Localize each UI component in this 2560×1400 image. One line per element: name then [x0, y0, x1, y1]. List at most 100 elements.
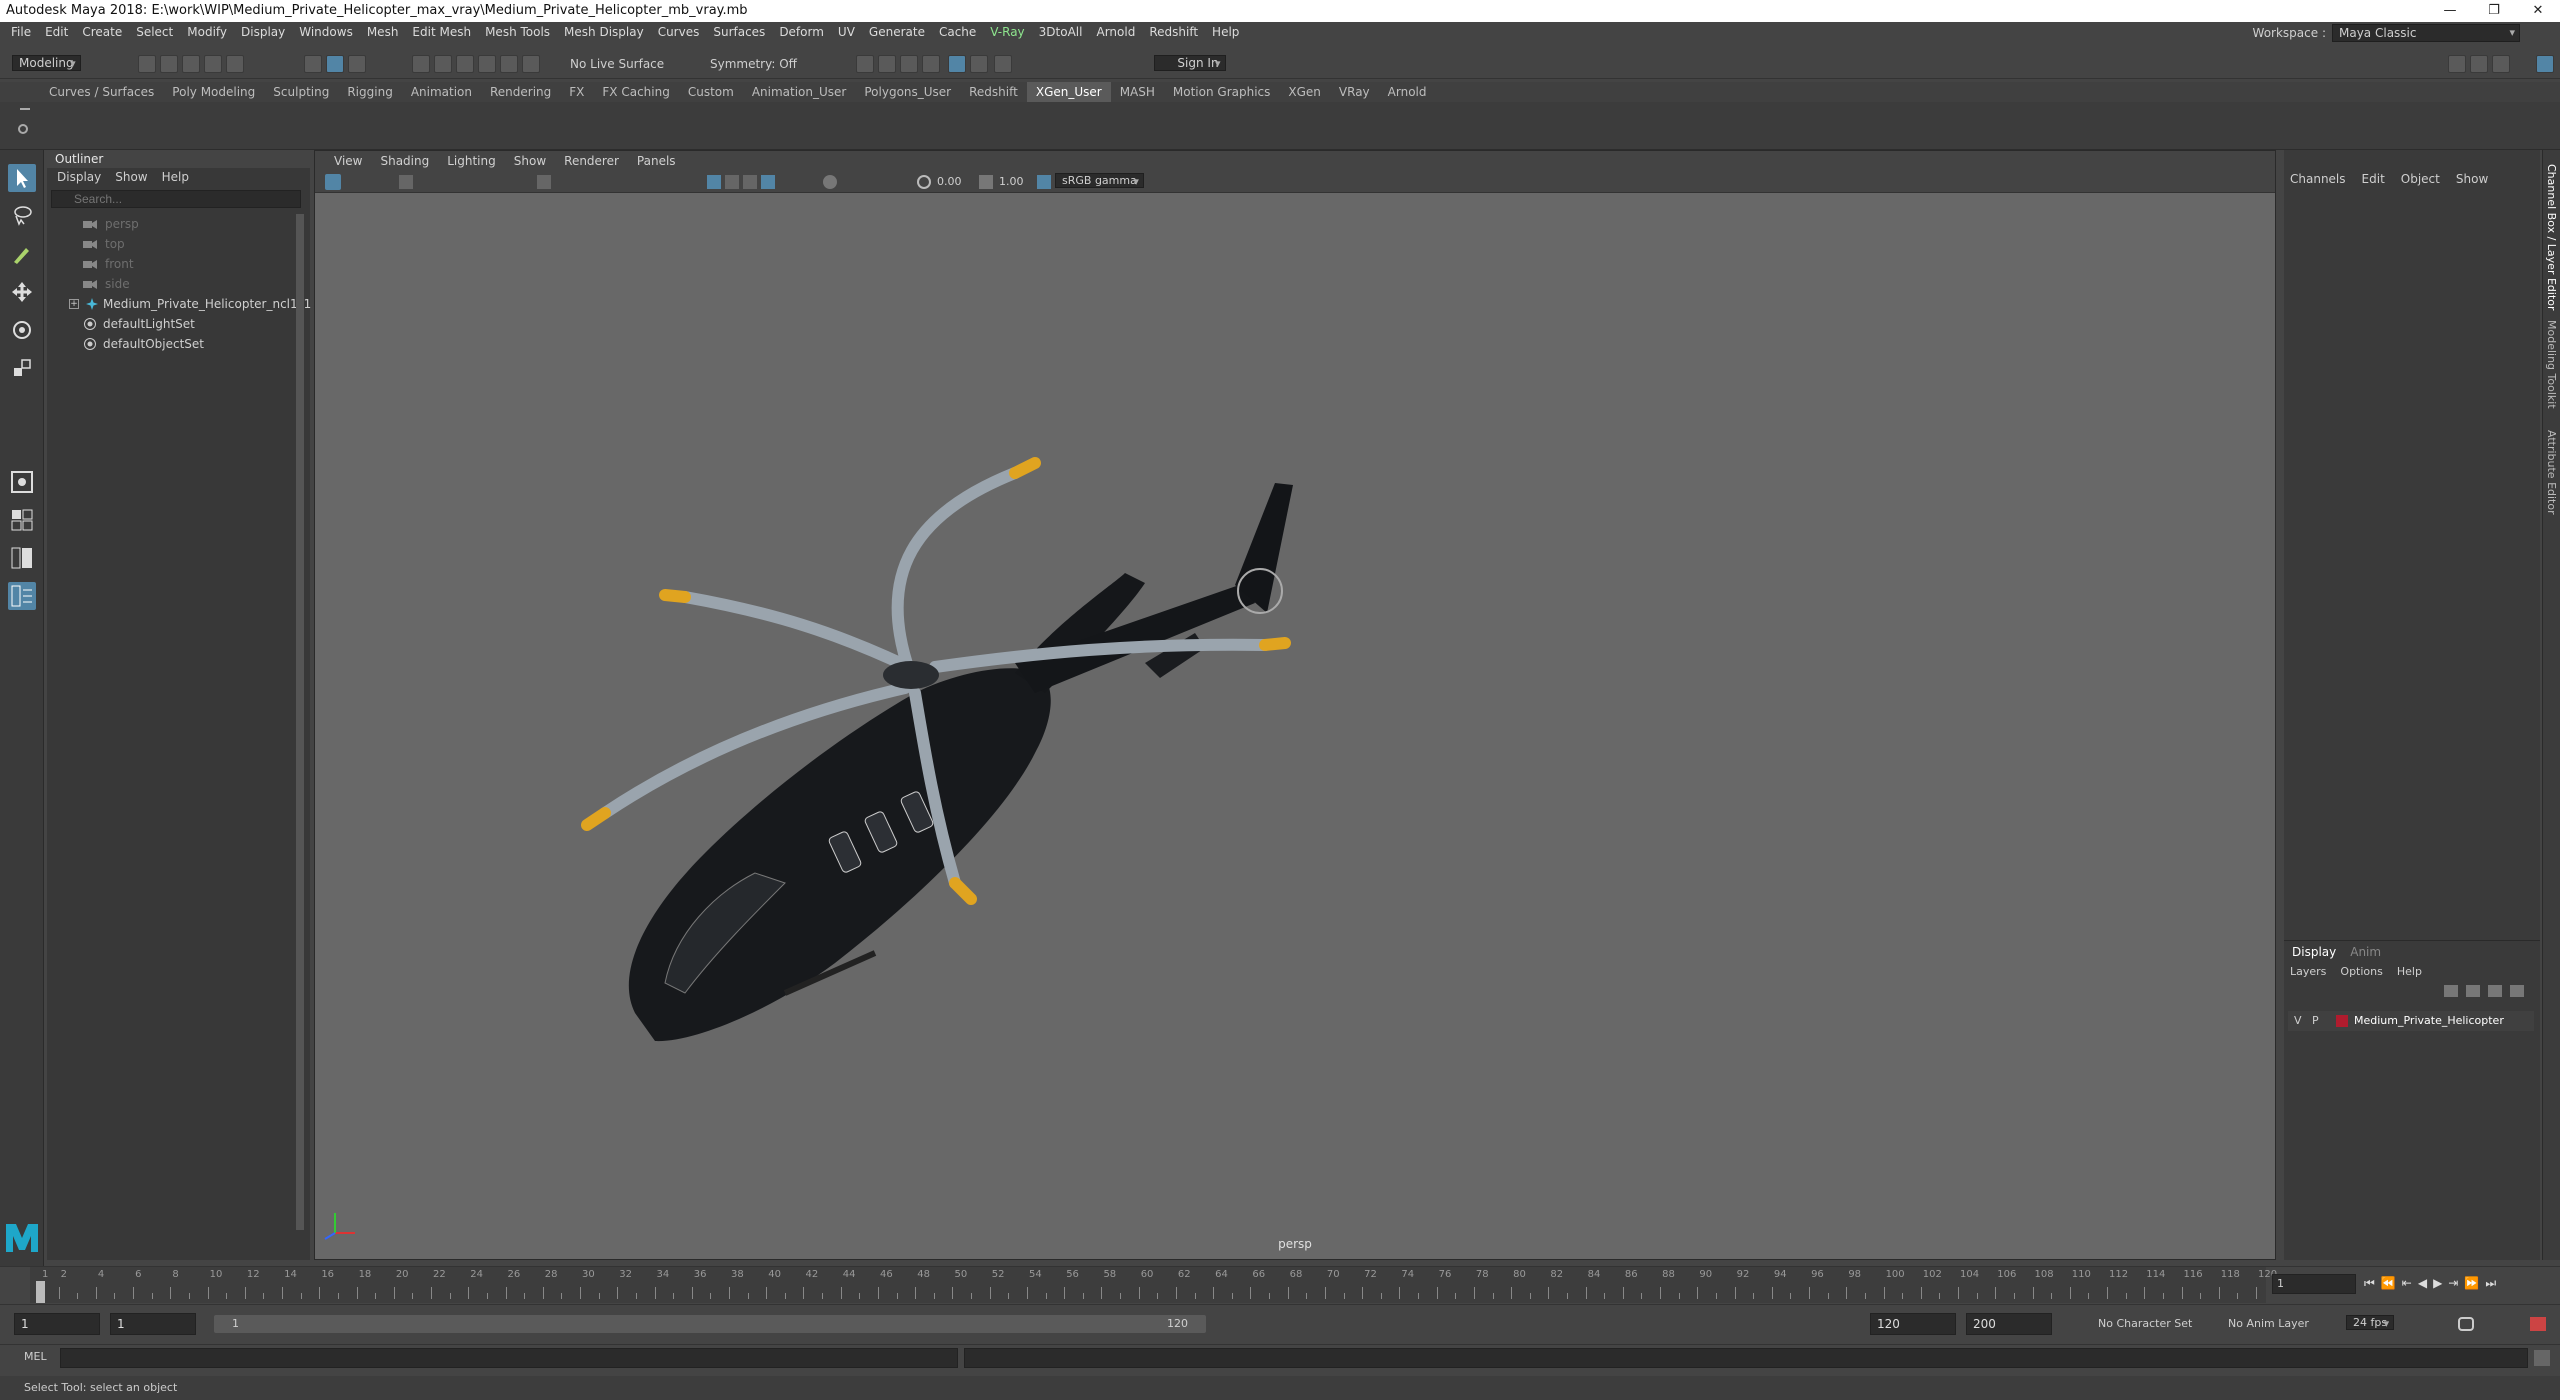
menu-mesh-tools[interactable]: Mesh Tools: [478, 22, 557, 43]
grid-icon[interactable]: [537, 175, 551, 189]
playback-start-field[interactable]: 1: [110, 1313, 196, 1335]
menu-select[interactable]: Select: [129, 22, 180, 43]
menu-modify[interactable]: Modify: [180, 22, 234, 43]
menu-create[interactable]: Create: [75, 22, 129, 43]
exposure-value[interactable]: 0.00: [937, 174, 962, 190]
rotate-tool-icon[interactable]: [8, 316, 36, 344]
outliner-item-front[interactable]: front: [47, 254, 297, 274]
maximize-button[interactable]: ❐: [2472, 0, 2516, 22]
shelf-tab-xgen[interactable]: XGen: [1279, 82, 1330, 102]
side-tab-attribute-editor[interactable]: Attribute Editor: [2545, 430, 2558, 515]
tool-settings-icon[interactable]: [2492, 55, 2510, 73]
menu-arnold[interactable]: Arnold: [1089, 22, 1142, 43]
move-layer-up-icon[interactable]: [2444, 985, 2458, 997]
viewport-menu-panels[interactable]: Panels: [628, 151, 685, 171]
menu-edit-mesh[interactable]: Edit Mesh: [405, 22, 478, 43]
wireframe-on-shaded-icon[interactable]: [707, 175, 721, 189]
range-bar[interactable]: 1 120: [214, 1315, 1206, 1333]
shelf-tab-animation[interactable]: Animation: [402, 82, 481, 102]
playback-end-field[interactable]: 120: [1870, 1313, 1956, 1335]
render-settings-icon[interactable]: [900, 55, 918, 73]
fps-dropdown[interactable]: 24 fps: [2346, 1315, 2395, 1330]
side-tab-modeling-toolkit[interactable]: Modeling Toolkit: [2545, 320, 2558, 409]
vray-vfb-icon[interactable]: [970, 55, 988, 73]
side-tab-channel-box[interactable]: Channel Box / Layer Editor: [2545, 164, 2558, 311]
menu-uv[interactable]: UV: [831, 22, 862, 43]
shelf-tab-vray[interactable]: VRay: [1330, 82, 1379, 102]
outliner-menu-help[interactable]: Help: [162, 168, 189, 186]
modeling-toolkit-icon[interactable]: [2448, 55, 2466, 73]
shelf-tab-rendering[interactable]: Rendering: [481, 82, 560, 102]
viewport-menu-show[interactable]: Show: [505, 151, 555, 171]
menu-redshift[interactable]: Redshift: [1142, 22, 1205, 43]
viewport-menu-lighting[interactable]: Lighting: [438, 151, 505, 171]
attribute-editor-icon[interactable]: [2470, 55, 2488, 73]
outliner-layout-icon[interactable]: [8, 582, 36, 610]
symmetry-label[interactable]: Symmetry: Off: [710, 55, 797, 73]
new-layer-selected-icon[interactable]: [2510, 985, 2524, 997]
gamma-value[interactable]: 1.00: [999, 174, 1024, 190]
vray-render-icon[interactable]: [948, 55, 966, 73]
current-frame-field[interactable]: 1: [2272, 1274, 2356, 1294]
menu-3dtoall[interactable]: 3DtoAll: [1032, 22, 1090, 43]
shelf-tab-redshift[interactable]: Redshift: [960, 82, 1027, 102]
save-scene-icon[interactable]: [182, 55, 200, 73]
outliner-menu-show[interactable]: Show: [115, 168, 147, 186]
shelf-tab-fx-caching[interactable]: FX Caching: [593, 82, 678, 102]
menu-cache[interactable]: Cache: [932, 22, 983, 43]
timeline-ticks[interactable]: 1 2 4 6 8 10 12 14 16 18 20 22 24 26 28 30 32 34 36 38 40 42 4…: [30, 1267, 2277, 1303]
go-to-start-icon[interactable]: ⏮: [2364, 1276, 2375, 1291]
workspace-dropdown[interactable]: Maya Classic: [2332, 24, 2520, 42]
smooth-shade-icon[interactable]: [725, 175, 739, 189]
layer-playback-toggle[interactable]: P: [2312, 1011, 2319, 1031]
menu-mesh-display[interactable]: Mesh Display: [557, 22, 651, 43]
helicopter-model[interactable]: [315, 193, 2275, 1259]
animation-end-field[interactable]: 200: [1966, 1313, 2052, 1335]
go-to-end-icon[interactable]: ⏭: [2485, 1276, 2496, 1291]
shelf-tab-polygons-user[interactable]: Polygons_User: [855, 82, 960, 102]
ipr-render-icon[interactable]: [878, 55, 896, 73]
shelf-tab-poly-modeling[interactable]: Poly Modeling: [163, 82, 264, 102]
step-forward-frame-icon[interactable]: ⇥: [2448, 1276, 2458, 1291]
undo-icon[interactable]: [204, 55, 222, 73]
xray-icon[interactable]: [761, 175, 775, 189]
layer-options-menu[interactable]: Options: [2340, 965, 2382, 978]
move-layer-down-icon[interactable]: [2466, 985, 2480, 997]
anim-layer-dropdown[interactable]: No Anim Layer: [2228, 1317, 2309, 1330]
outliner-item-default-light-set[interactable]: defaultLightSet: [47, 314, 297, 334]
scale-tool-icon[interactable]: [8, 354, 36, 382]
perspective-viewport[interactable]: persp: [315, 193, 2275, 1259]
step-forward-key-icon[interactable]: ⏩: [2464, 1276, 2479, 1291]
gamma-icon[interactable]: [979, 175, 993, 189]
channel-edit-menu[interactable]: Edit: [2362, 172, 2385, 186]
outliner-item-side[interactable]: side: [47, 274, 297, 294]
animation-start-field[interactable]: 1: [14, 1313, 100, 1335]
auto-key-icon[interactable]: [2530, 1317, 2546, 1331]
menu-mesh[interactable]: Mesh: [360, 22, 406, 43]
shelf-menu-icon[interactable]: [20, 108, 30, 118]
select-component-icon[interactable]: [348, 55, 366, 73]
bookmark-icon[interactable]: [399, 175, 413, 189]
layer-help-menu[interactable]: Help: [2397, 965, 2422, 978]
snap-curve-icon[interactable]: [434, 55, 452, 73]
channel-box-icon[interactable]: [2536, 55, 2554, 73]
shelf-tab-curves-surfaces[interactable]: Curves / Surfaces: [40, 82, 163, 102]
select-hierarchy-icon[interactable]: [304, 55, 322, 73]
live-surface-label[interactable]: No Live Surface: [570, 55, 664, 73]
display-layer-row[interactable]: V P Medium_Private_Helicopter: [2288, 1011, 2534, 1031]
shelf-tab-animation-user[interactable]: Animation_User: [743, 82, 856, 102]
menu-windows[interactable]: Windows: [292, 22, 360, 43]
mel-label[interactable]: MEL: [24, 1350, 47, 1363]
shelf-tab-rigging[interactable]: Rigging: [338, 82, 401, 102]
channel-show-menu[interactable]: Show: [2456, 172, 2488, 186]
paint-select-icon[interactable]: [8, 240, 36, 268]
layer-tab-display[interactable]: Display: [2292, 945, 2336, 959]
layers-menu[interactable]: Layers: [2290, 965, 2326, 978]
shelf-tab-custom[interactable]: Custom: [679, 82, 743, 102]
four-view-layout-icon[interactable]: [8, 506, 36, 534]
expand-icon[interactable]: +: [69, 299, 79, 309]
outliner-menu-display[interactable]: Display: [57, 168, 101, 186]
viewport-menu-shading[interactable]: Shading: [371, 151, 438, 171]
menu-help[interactable]: Help: [1205, 22, 1246, 43]
shelf-tab-xgen-user[interactable]: XGen_User: [1026, 82, 1111, 102]
